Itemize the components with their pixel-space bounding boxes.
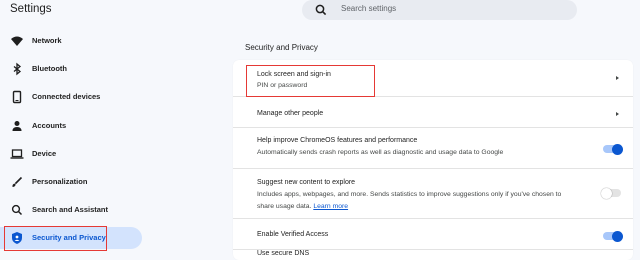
verified-access-toggle[interactable] xyxy=(603,230,623,242)
toggle-knob xyxy=(601,187,612,199)
sidebar-item-network[interactable]: Network xyxy=(0,30,142,52)
sidebar-item-label: Personalization xyxy=(32,177,88,186)
sidebar-item-personalization[interactable]: Personalization xyxy=(0,171,142,193)
sidebar-item-label: Bluetooth xyxy=(32,64,67,73)
bluetooth-icon xyxy=(13,62,22,76)
sidebar-item-label: Network xyxy=(32,36,62,45)
annotation-highlight-sidebar xyxy=(4,226,107,251)
search-icon xyxy=(315,4,327,16)
search-icon xyxy=(11,204,23,216)
sidebar-item-accounts[interactable]: Accounts xyxy=(0,115,142,137)
row-enable-verified-access: Enable Verified Access xyxy=(233,219,633,250)
row-title: Manage other people xyxy=(257,110,324,117)
sidebar-item-device[interactable]: Device xyxy=(0,143,142,165)
row-subtitle: Automatically sends crash reports as wel… xyxy=(257,149,504,156)
row-title: Suggest new content to explore xyxy=(257,179,356,186)
person-icon xyxy=(12,121,22,131)
sidebar-item-bluetooth[interactable]: Bluetooth xyxy=(0,58,142,80)
sidebar-item-label: Connected devices xyxy=(32,92,101,101)
search-input[interactable]: Search settings xyxy=(341,4,396,13)
chevron-right-icon xyxy=(616,76,619,80)
row-use-secure-dns[interactable]: Use secure DNS xyxy=(233,250,633,260)
sidebar-item-connected-devices[interactable]: Connected devices xyxy=(0,86,142,108)
section-title: Security and Privacy xyxy=(245,43,318,52)
row-subtitle-continued: share usage data. Learn more xyxy=(257,203,348,210)
toggle-knob xyxy=(612,230,623,242)
brush-icon xyxy=(12,176,23,187)
annotation-highlight-lock-screen xyxy=(246,65,375,97)
row-manage-other-people[interactable]: Manage other people xyxy=(233,97,633,128)
row-help-improve: Help improve ChromeOS features and perfo… xyxy=(233,128,633,169)
sidebar-item-search-and-assistant[interactable]: Search and Assistant xyxy=(0,199,142,221)
app-title: Settings xyxy=(10,3,52,15)
wifi-icon xyxy=(11,36,23,46)
sidebar-item-label: Accounts xyxy=(32,121,67,130)
sidebar-item-label: Device xyxy=(32,149,57,158)
laptop-icon xyxy=(10,149,24,159)
chevron-right-icon xyxy=(616,112,619,116)
sidebar: Network Bluetooth Connected devices Acco… xyxy=(0,26,150,254)
phone-icon xyxy=(12,90,22,104)
top-bar: Settings Search settings xyxy=(0,0,640,22)
row-title: Help improve ChromeOS features and perfo… xyxy=(257,137,418,144)
row-subtitle: Includes apps, webpages, and more. Sends… xyxy=(257,191,562,198)
toggle-knob xyxy=(612,143,623,155)
row-subtitle-line2: share usage data. xyxy=(257,203,312,210)
search-box[interactable]: Search settings xyxy=(302,0,577,20)
suggest-content-toggle[interactable] xyxy=(601,187,621,199)
help-improve-toggle[interactable] xyxy=(603,143,623,155)
row-title: Enable Verified Access xyxy=(257,231,329,238)
sidebar-item-label: Search and Assistant xyxy=(32,205,108,214)
learn-more-link[interactable]: Learn more xyxy=(313,203,348,210)
row-suggest-content: Suggest new content to explore Includes … xyxy=(233,169,633,219)
